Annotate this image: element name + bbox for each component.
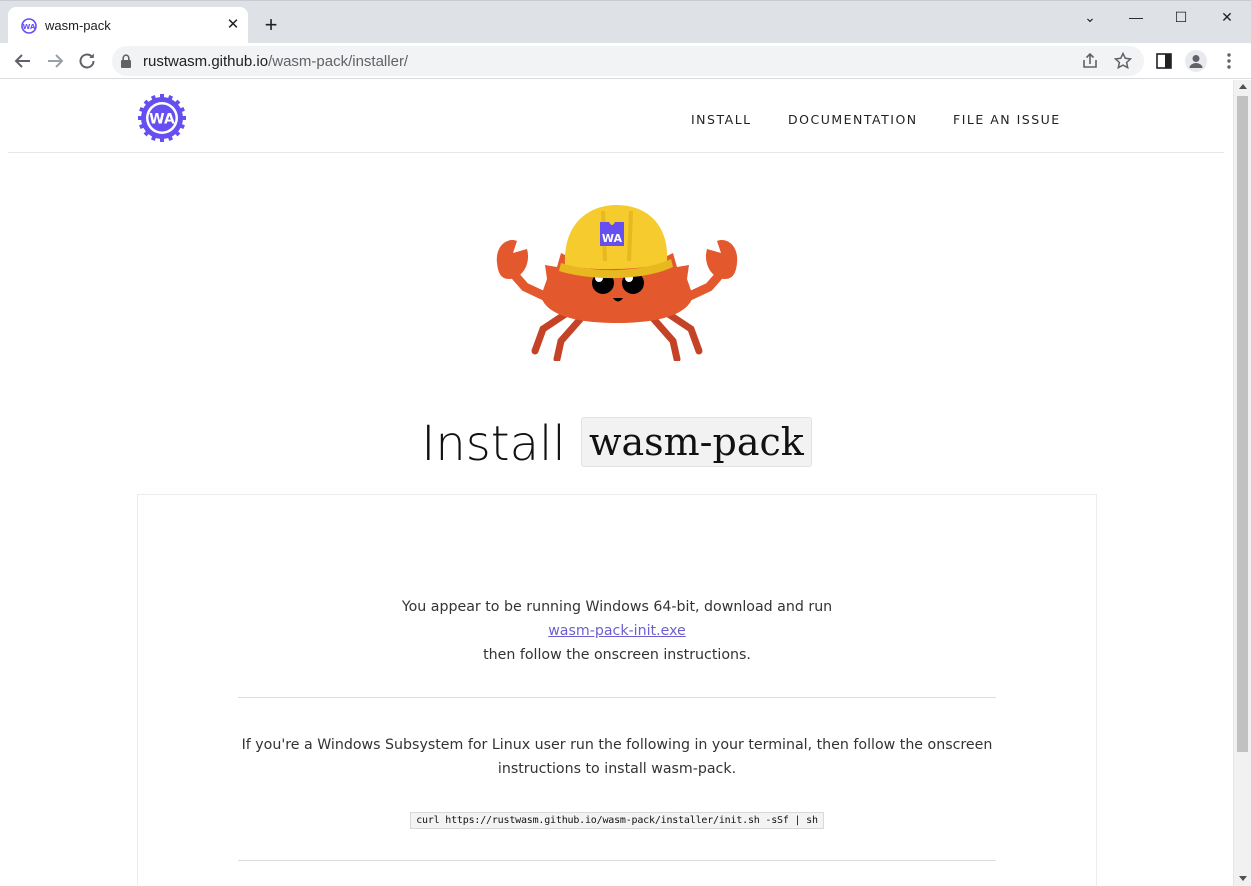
scroll-down-arrow-icon[interactable] <box>1239 876 1247 881</box>
profile-avatar-icon[interactable] <box>1185 50 1207 72</box>
installer-card: You appear to be running Windows 64-bit,… <box>137 494 1097 886</box>
page-title: Install wasm-pack <box>0 416 1233 472</box>
section-divider <box>238 697 996 698</box>
browser-toolbar: rustwasm.github.io/wasm-pack/installer/ <box>0 43 1251 79</box>
svg-text:WA: WA <box>602 232 623 245</box>
wasm-pack-logo-icon[interactable]: WA <box>137 93 187 143</box>
tab-title: wasm-pack <box>45 18 111 33</box>
svg-text:WA: WA <box>149 112 175 128</box>
url-path: /wasm-pack/installer/ <box>268 53 409 70</box>
wsl-install-command[interactable]: curl https://rustwasm.github.io/wasm-pac… <box>410 812 824 829</box>
tab-strip: WA wasm-pack ✕ + ⌄ — ☐ ✕ <box>0 0 1251 44</box>
download-exe-link[interactable]: wasm-pack-init.exe <box>548 623 686 639</box>
scroll-up-arrow-icon[interactable] <box>1239 84 1247 89</box>
tab-close-icon[interactable]: ✕ <box>224 16 242 34</box>
new-tab-button[interactable]: + <box>261 14 281 36</box>
reload-icon[interactable] <box>75 49 99 73</box>
address-bar[interactable]: rustwasm.github.io/wasm-pack/installer/ <box>112 46 1144 76</box>
nav-documentation-link[interactable]: DOCUMENTATION <box>788 112 918 127</box>
share-icon[interactable] <box>1080 51 1100 71</box>
browser-tab[interactable]: WA wasm-pack ✕ <box>8 7 248 44</box>
nav-install-link[interactable]: INSTALL <box>691 112 752 127</box>
more-menu-icon[interactable] <box>1219 51 1239 71</box>
title-prefix: Install <box>421 416 566 472</box>
side-panel-icon[interactable] <box>1154 51 1174 71</box>
page-scrollbar[interactable] <box>1233 80 1251 886</box>
windows-instructions-line3: then follow the onscreen instructions. <box>483 647 751 663</box>
section-divider <box>238 860 996 861</box>
wsl-command-wrap: curl https://rustwasm.github.io/wasm-pac… <box>138 810 1096 829</box>
site-header: WA INSTALL DOCUMENTATION FILE AN ISSUE <box>8 80 1224 153</box>
page-viewport: WA INSTALL DOCUMENTATION FILE AN ISSUE W… <box>0 80 1233 886</box>
scroll-thumb[interactable] <box>1237 96 1248 752</box>
windows-instructions-line1: You appear to be running Windows 64-bit,… <box>401 599 833 615</box>
title-code: wasm-pack <box>580 417 812 467</box>
url-host: rustwasm.github.io <box>143 53 269 70</box>
forward-arrow-icon[interactable] <box>43 49 67 73</box>
tab-search-icon[interactable]: ⌄ <box>1075 7 1105 27</box>
svg-text:WA: WA <box>23 23 36 31</box>
bookmark-star-icon[interactable] <box>1113 51 1133 71</box>
close-window-button[interactable]: ✕ <box>1212 7 1242 27</box>
wsl-instructions: If you're a Windows Subsystem for Linux … <box>241 737 993 777</box>
ferris-crab-mascot-icon: WA <box>496 205 738 361</box>
minimize-button[interactable]: — <box>1121 7 1151 27</box>
windows-instructions: You appear to be running Windows 64-bit,… <box>138 595 1096 667</box>
lock-icon[interactable] <box>120 54 132 68</box>
back-arrow-icon[interactable] <box>11 49 35 73</box>
nav-file-an-issue-link[interactable]: FILE AN ISSUE <box>953 112 1061 127</box>
maximize-button[interactable]: ☐ <box>1166 7 1196 27</box>
wasm-pack-favicon-icon: WA <box>21 18 37 34</box>
url-text[interactable]: rustwasm.github.io/wasm-pack/installer/ <box>143 53 408 70</box>
